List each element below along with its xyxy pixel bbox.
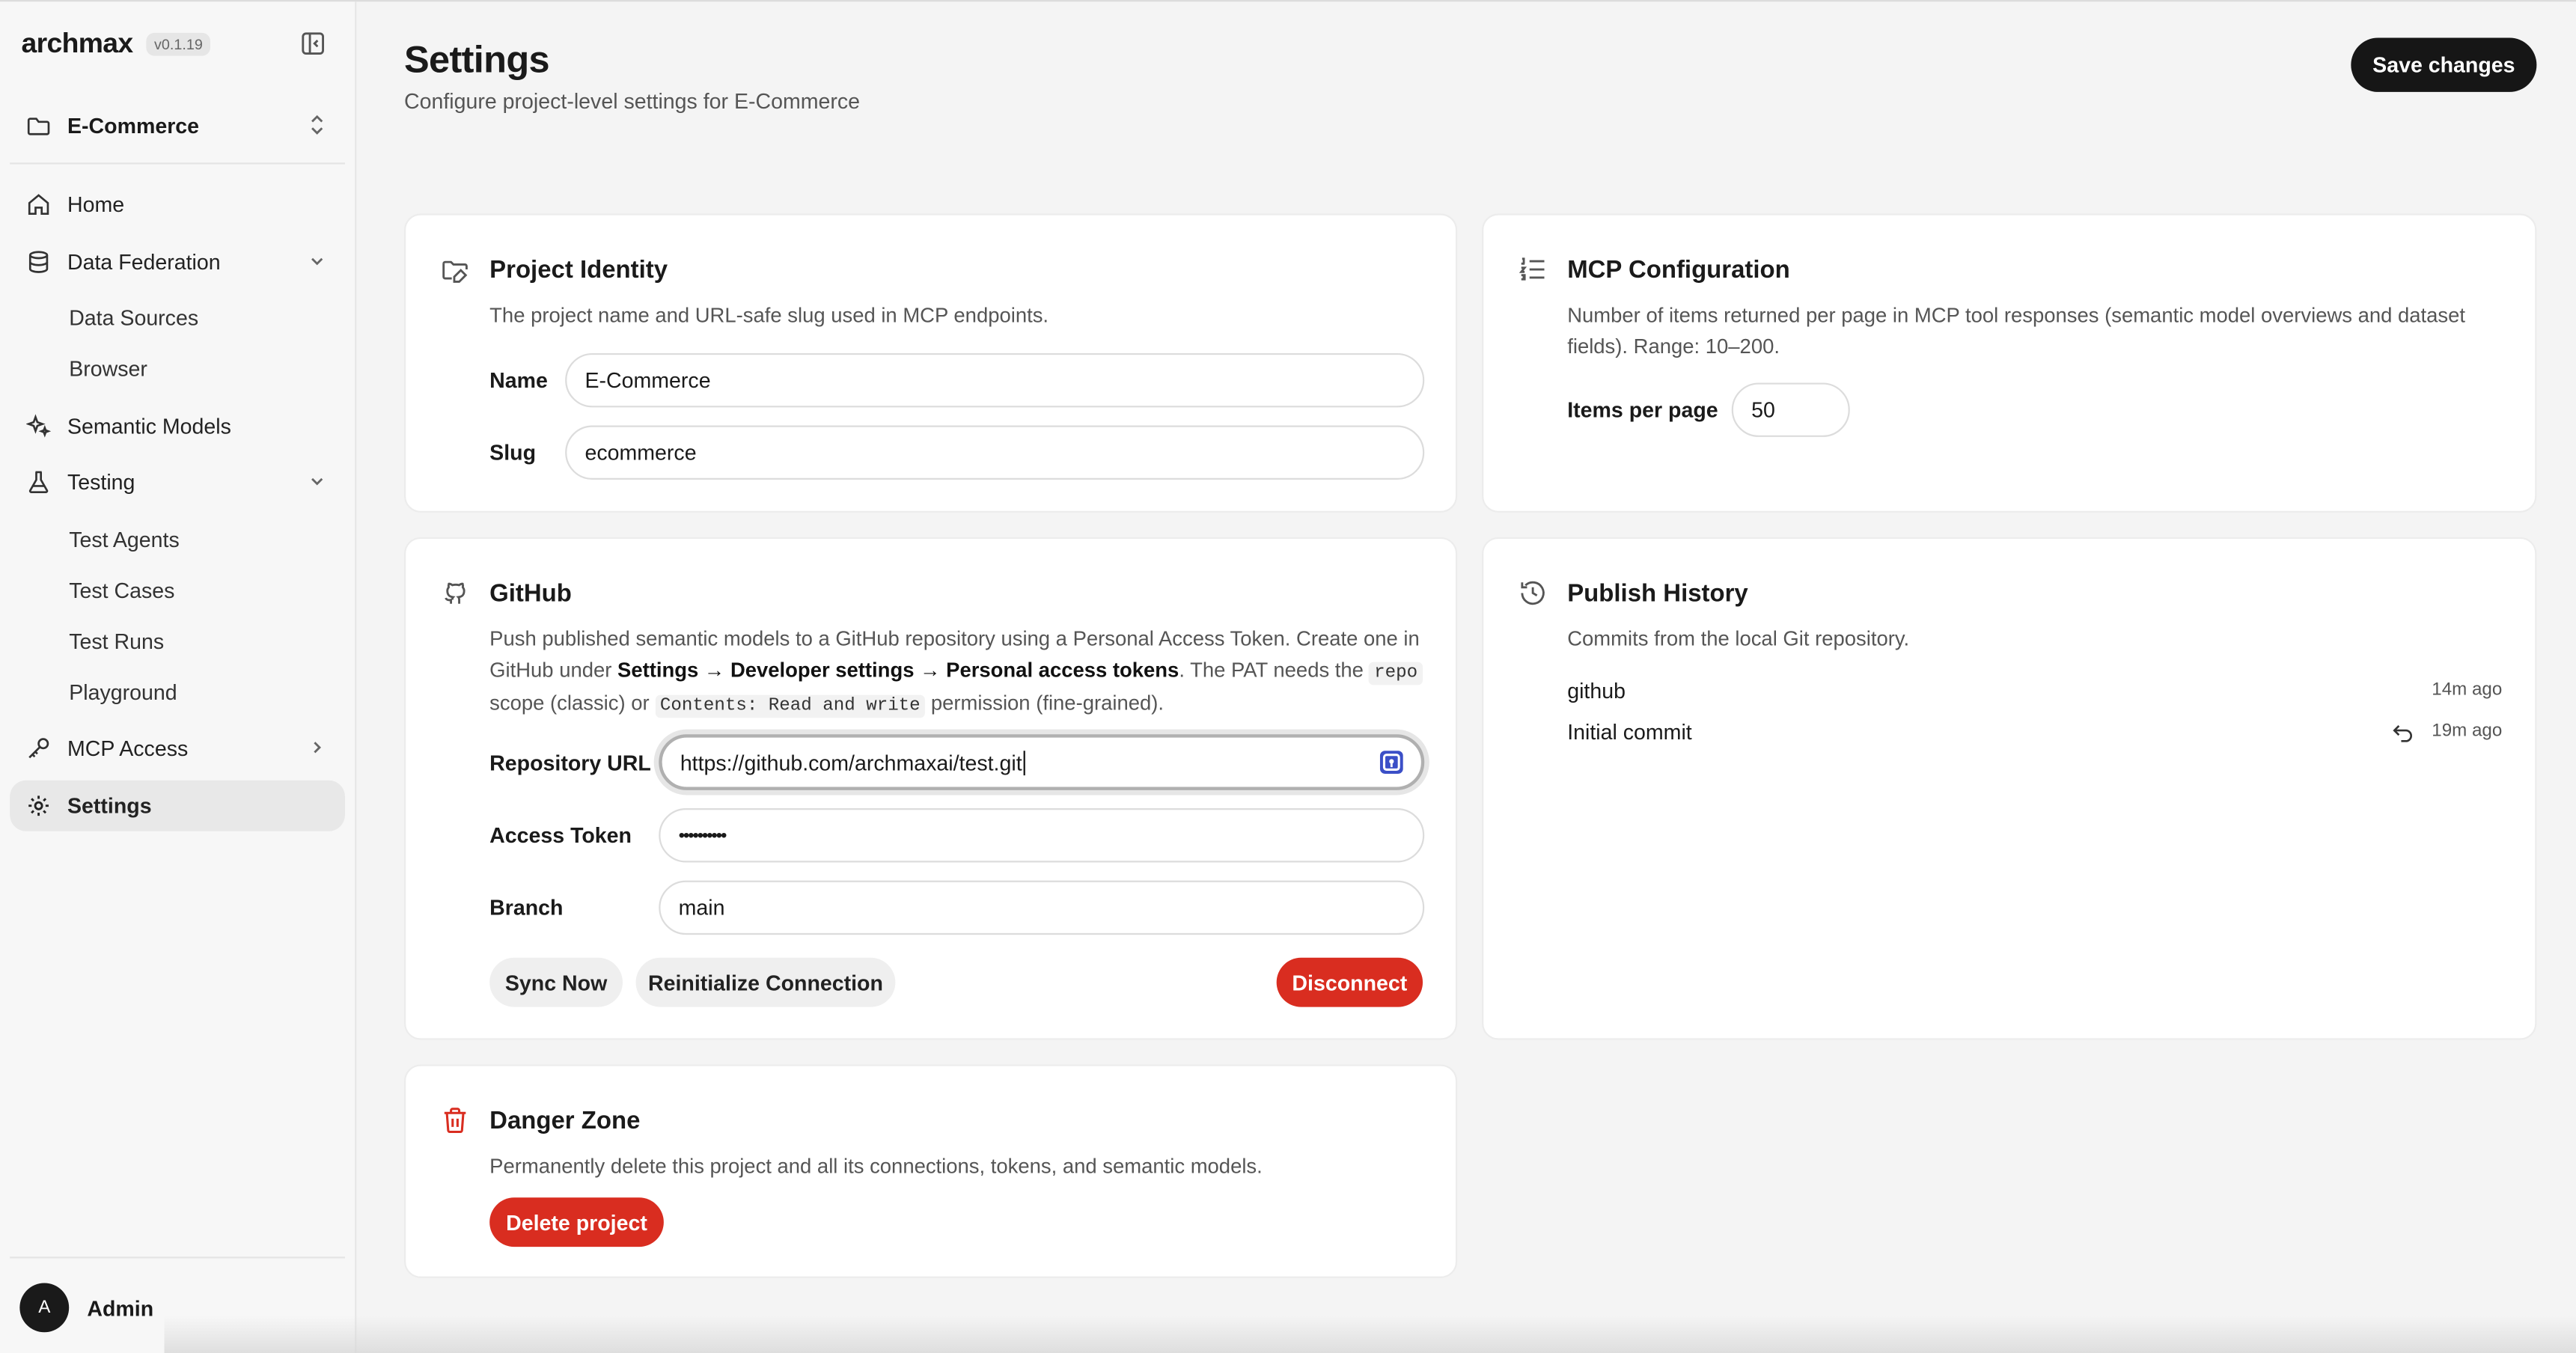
desc-text: permission (fine-grained).: [925, 691, 1165, 715]
delete-project-button[interactable]: Delete project: [489, 1197, 664, 1247]
reinitialize-connection-button[interactable]: Reinitialize Connection: [635, 957, 896, 1007]
bottom-shadow: [164, 1316, 2576, 1353]
card-title: Project Identity: [489, 256, 668, 284]
sidebar: archmax v0.1.19 E-Commerce Home Data Fed…: [0, 1, 357, 1353]
sidebar-item-semantic-models[interactable]: Semantic Models: [10, 400, 345, 451]
project-name: E-Commerce: [67, 112, 200, 138]
card-description: Number of items returned per page in MCP…: [1567, 304, 2466, 358]
name-label: Name: [489, 367, 548, 393]
sidebar-item-test-cases[interactable]: Test Cases: [10, 564, 345, 615]
database-icon: [28, 250, 49, 272]
card-description: Commits from the local Git repository.: [1567, 627, 1910, 651]
brand[interactable]: archmax v0.1.19: [22, 28, 211, 61]
commit-time: 19m ago: [2432, 721, 2503, 742]
sidebar-nav: Home Data Federation Data Sources Browse…: [10, 179, 345, 836]
repository-url-input[interactable]: https://github.com/archmaxai/test.git: [659, 734, 1425, 790]
permission-code: Contents: Read and write: [655, 694, 926, 718]
user-name: Admin: [87, 1295, 154, 1320]
app-name: archmax: [21, 28, 134, 60]
project-identity-card: Project Identity The project name and UR…: [404, 213, 1458, 513]
card-description: Push published semantic models to a GitH…: [489, 624, 1429, 722]
sidebar-item-label: Semantic Models: [67, 413, 231, 439]
folder-icon: [27, 117, 50, 135]
list-ordered-icon: [1519, 257, 1545, 281]
card-title: MCP Configuration: [1567, 256, 1790, 284]
commit-message: Initial commit: [1567, 719, 1692, 745]
sidebar-item-home[interactable]: Home: [10, 179, 345, 230]
card-title: Danger Zone: [489, 1107, 641, 1135]
sidebar-item-testing[interactable]: Testing: [10, 456, 345, 507]
avatar: A: [19, 1283, 70, 1333]
sidebar-divider: [10, 162, 345, 165]
flask-icon: [28, 471, 49, 494]
card-title: Publish History: [1567, 579, 1748, 608]
sidebar-item-label: Data Federation: [67, 248, 221, 274]
save-changes-button[interactable]: Save changes: [2351, 37, 2537, 92]
sidebar-item-data-sources[interactable]: Data Sources: [10, 293, 345, 343]
user-menu[interactable]: A Admin: [19, 1283, 154, 1333]
repository-url-value: https://github.com/archmaxai/test.git: [680, 750, 1022, 775]
name-input[interactable]: E-Commerce: [565, 352, 1425, 408]
page-subtitle: Configure project-level settings for E-C…: [404, 88, 861, 114]
branch-label: Branch: [489, 895, 564, 920]
undo-icon[interactable]: [2392, 723, 2414, 745]
version-badge: v0.1.19: [146, 32, 211, 56]
sidebar-item-label: Settings: [67, 792, 152, 818]
items-per-page-label: Items per page: [1567, 397, 1718, 423]
history-icon: [1521, 581, 1545, 605]
items-per-page-input[interactable]: 50: [1731, 382, 1850, 437]
sidebar-item-settings[interactable]: Settings: [10, 779, 345, 831]
desc-text: scope (classic) or: [489, 691, 656, 715]
access-token-label: Access Token: [489, 822, 632, 848]
sidebar-item-label: Testing: [67, 469, 135, 495]
sidebar-item-test-agents[interactable]: Test Agents: [10, 513, 345, 564]
sidebar-item-mcp-access[interactable]: MCP Access: [10, 723, 345, 774]
sidebar-footer-divider: [10, 1256, 345, 1259]
repository-url-label: Repository URL: [489, 751, 651, 776]
card-description: Permanently delete this project and all …: [489, 1155, 1263, 1178]
slug-input[interactable]: ecommerce: [565, 425, 1425, 480]
text-cursor: [1023, 750, 1026, 775]
home-icon: [28, 194, 49, 215]
folder-pen-icon: [442, 260, 468, 283]
slug-label: Slug: [489, 440, 537, 465]
key-icon: [28, 738, 49, 759]
chevron-updown-icon: [311, 114, 323, 135]
chevron-down-icon: [311, 477, 323, 486]
github-icon: [445, 582, 466, 604]
app-window: archmax v0.1.19 E-Commerce Home Data Fed…: [0, 0, 2576, 1353]
branch-input[interactable]: main: [659, 880, 1425, 935]
page-title: Settings: [404, 37, 550, 81]
publish-history-card: Publish History Commits from the local G…: [1482, 537, 2537, 1040]
card-title: GitHub: [489, 579, 572, 608]
github-card: GitHub Push published semantic models to…: [404, 537, 1458, 1040]
access-token-input[interactable]: ••••••••••: [659, 808, 1425, 863]
chevron-right-icon: [314, 742, 321, 754]
trash-icon: [444, 1108, 466, 1134]
sidebar-item-label: MCP Access: [67, 736, 189, 761]
sparkles-icon: [26, 413, 52, 437]
sync-now-button[interactable]: Sync Now: [489, 957, 623, 1007]
settings-path: Settings → Developer settings → Personal…: [617, 658, 1179, 681]
sidebar-item-data-federation[interactable]: Data Federation: [10, 236, 345, 287]
mcp-configuration-card: MCP Configuration Number of items return…: [1482, 213, 2537, 513]
project-selector[interactable]: E-Commerce: [10, 100, 345, 150]
chevron-down-icon: [311, 257, 323, 265]
sidebar-item-test-runs[interactable]: Test Runs: [10, 615, 345, 666]
danger-zone-card: Danger Zone Permanently delete this proj…: [404, 1064, 1458, 1278]
sidebar-item-playground[interactable]: Playground: [10, 666, 345, 717]
gear-icon: [28, 795, 49, 816]
commit-row: Initial commit 19m ago: [1567, 719, 2502, 744]
collapse-sidebar-icon[interactable]: [301, 31, 326, 56]
disconnect-button[interactable]: Disconnect: [1276, 957, 1423, 1007]
scope-code: repo: [1369, 661, 1423, 685]
commit-time: 14m ago: [2432, 679, 2503, 700]
desc-text: . The PAT needs the: [1179, 658, 1370, 681]
sidebar-item-label: Home: [67, 192, 125, 217]
password-manager-icon[interactable]: [1379, 749, 1405, 775]
card-description: The project name and URL-safe slug used …: [489, 304, 1049, 327]
sidebar-item-browser[interactable]: Browser: [10, 343, 345, 394]
commit-row: github 14m ago: [1567, 679, 2502, 703]
commit-message: github: [1567, 678, 1626, 703]
